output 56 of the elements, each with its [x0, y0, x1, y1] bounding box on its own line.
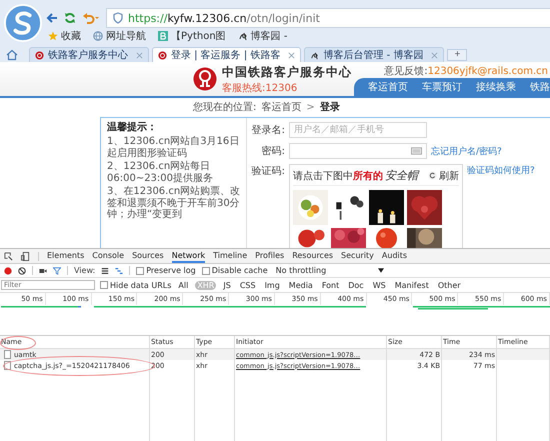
devtools-tab[interactable]: Profiles — [255, 249, 284, 263]
devtools-tab[interactable]: Elements — [47, 249, 84, 263]
devtools-tab[interactable]: Security — [341, 249, 374, 263]
type-filter-button[interactable]: Other — [436, 280, 463, 290]
tips-title: 温馨提示： — [107, 120, 158, 134]
address-bar[interactable]: https://kyfw.12306.cn/otn/login/init — [106, 8, 550, 28]
type-filter-button[interactable]: Font — [320, 280, 342, 290]
type-filter-button[interactable]: CSS — [238, 280, 258, 290]
bookmark-item[interactable]: 收藏 — [48, 29, 81, 43]
breadcrumb-item[interactable]: 客运首页 — [261, 100, 302, 114]
refresh-button[interactable]: 刷新 — [428, 168, 459, 182]
bookmark-item[interactable]: 【Python图 — [158, 29, 226, 43]
bookmark-item[interactable]: 博客园 - — [238, 29, 288, 43]
tip-text: 3、在12306.cn网站购票、改签和退票须不晚于开车前30分钟；办理“变更到 — [107, 186, 242, 220]
username-label: 登录名: — [250, 124, 285, 137]
view-label: View: — [74, 266, 96, 275]
throttling-dropdown[interactable]: No throttling — [276, 266, 384, 275]
devtools-tab[interactable]: Sources — [132, 249, 164, 263]
nav-link[interactable]: 接续换乘 — [476, 80, 516, 94]
tip-text: 2、12306.cn网站每日06:00~23:00提供服务 — [107, 161, 214, 184]
nav-link[interactable]: 客运首页 — [368, 80, 408, 94]
feedback-label: 意见反馈: — [384, 66, 428, 77]
browser-tab[interactable]: 铁路客户服务中心 — [29, 47, 149, 62]
password-label: 密码: — [260, 144, 285, 158]
devtools-tab[interactable]: Network — [172, 249, 206, 263]
captcha-prompt: 请点击下图中所有的 安全帽 — [293, 168, 418, 183]
hide-data-urls-label: Hide data URLs — [110, 280, 172, 290]
devtools-tab[interactable]: Console — [92, 249, 124, 263]
browser-tab[interactable]: 博客后台管理 - 博客园 — [304, 47, 444, 62]
breadcrumb-label: 您现在的位置: — [193, 100, 256, 114]
nav-link[interactable]: 铁路 — [530, 80, 550, 94]
type-filter-button[interactable]: Doc — [346, 280, 366, 290]
breadcrumb-separator: > — [306, 102, 315, 112]
forgot-password-link[interactable]: 忘记用户名/密码? — [431, 144, 502, 158]
devtools-tab[interactable]: Timeline — [213, 249, 248, 263]
hotline-text: 客服热线:12306 — [222, 82, 298, 94]
type-filter-button[interactable]: JS — [221, 280, 233, 290]
site-title: 中国铁路客户服务中心 — [222, 64, 352, 80]
devtools-tab[interactable]: Audits — [382, 249, 408, 263]
new-tab-button[interactable]: + — [447, 49, 468, 61]
type-filter-button[interactable]: WS — [370, 280, 388, 290]
bookmark-item[interactable]: 网址导航 — [93, 29, 146, 43]
captcha-label: 验证码: — [250, 165, 285, 178]
preserve-log-label: Preserve log — [146, 266, 196, 275]
breadcrumb-item: 登录 — [320, 100, 340, 114]
devtools-tab[interactable]: Resources — [292, 249, 334, 263]
type-filter-button[interactable]: Manifest — [392, 280, 431, 290]
browser-tab[interactable]: 登录 | 客运服务 | 铁路客 — [152, 47, 302, 62]
tip-text: 1、12306.cn网站自3月16日起启用图形验证码 — [107, 136, 240, 159]
username-field[interactable]: 用户名／邮箱／手机号 — [289, 122, 427, 138]
nav-link[interactable]: 车票预订 — [422, 80, 462, 94]
disable-cache-label: Disable cache — [212, 266, 268, 275]
type-filter-button[interactable]: Media — [286, 280, 315, 290]
type-filter-button[interactable]: All — [176, 280, 190, 290]
captcha-help-link[interactable]: 验证码如何使用? — [467, 164, 535, 177]
type-filter-button[interactable]: Img — [262, 280, 282, 290]
